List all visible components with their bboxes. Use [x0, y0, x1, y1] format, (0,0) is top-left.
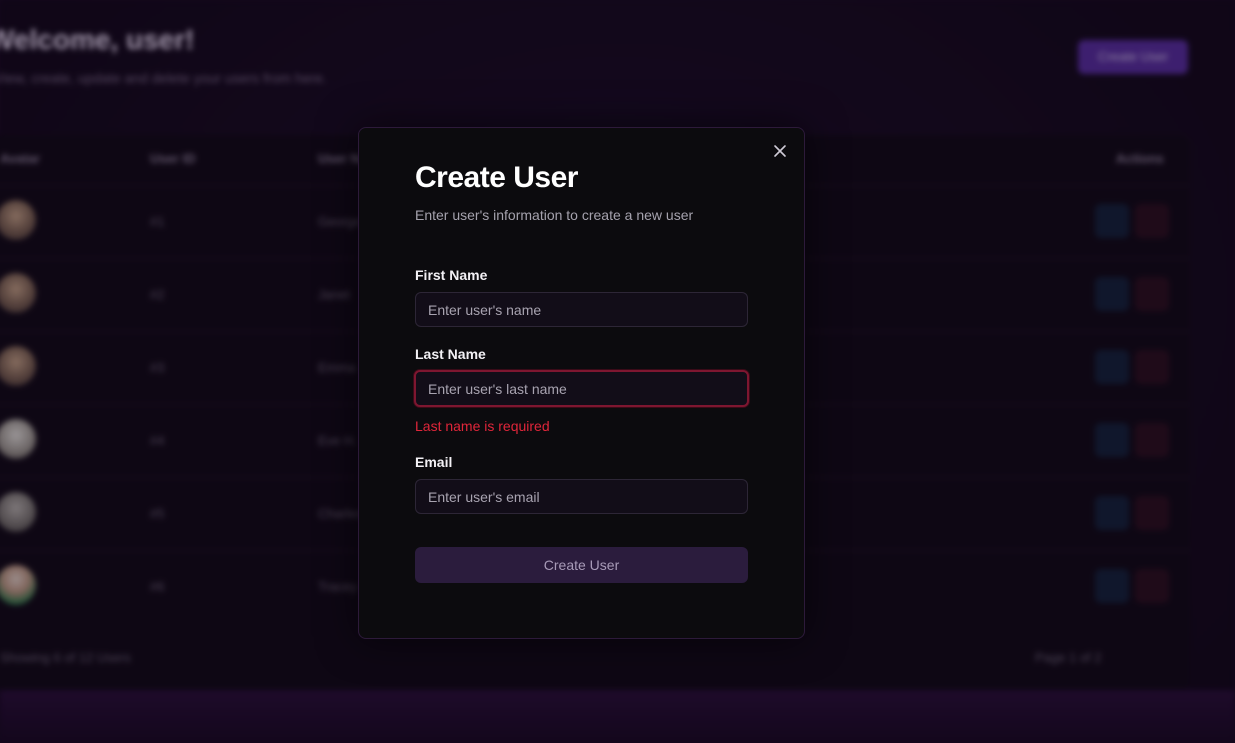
create-user-modal: Create User Enter user's information to … [358, 127, 805, 639]
close-icon[interactable] [772, 144, 788, 160]
last-name-input[interactable] [414, 370, 749, 407]
modal-subtitle: Enter user's information to create a new… [415, 207, 694, 223]
email-label: Email [415, 454, 453, 470]
email-input[interactable] [415, 479, 748, 514]
create-user-submit-button[interactable]: Create User [415, 547, 748, 583]
first-name-input[interactable] [415, 292, 748, 327]
first-name-label: First Name [415, 267, 488, 283]
modal-title: Create User [415, 161, 578, 194]
last-name-label: Last Name [415, 346, 486, 362]
last-name-error: Last name is required [415, 418, 550, 434]
